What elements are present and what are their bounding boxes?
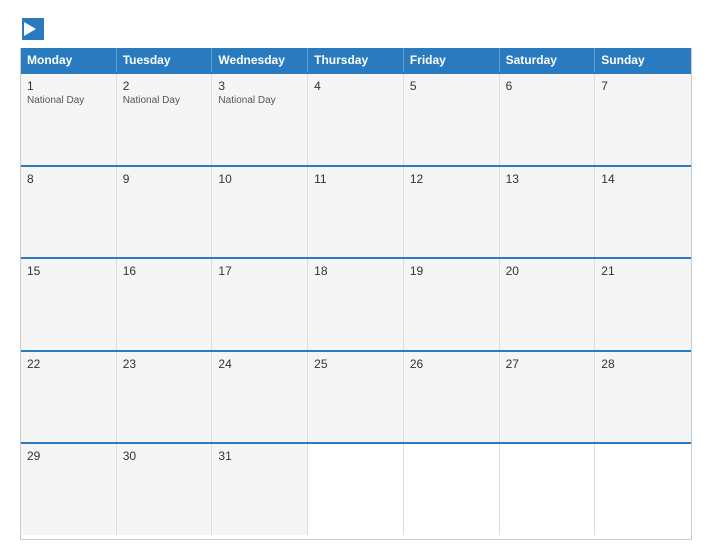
day-number: 30 [123, 449, 206, 463]
cal-cell-w5-d1: 29 [21, 444, 117, 535]
day-number: 19 [410, 264, 493, 278]
day-number: 5 [410, 79, 493, 93]
day-number: 13 [506, 172, 589, 186]
day-number: 1 [27, 79, 110, 93]
day-number: 10 [218, 172, 301, 186]
cal-cell-w2-d2: 9 [117, 167, 213, 258]
cal-cell-w1-d7: 7 [595, 74, 691, 165]
cal-cell-w2-d1: 8 [21, 167, 117, 258]
cal-cell-w4-d4: 25 [308, 352, 404, 443]
day-number: 4 [314, 79, 397, 93]
cal-cell-w5-d5 [404, 444, 500, 535]
calendar-grid: Monday Tuesday Wednesday Thursday Friday… [20, 48, 692, 540]
cal-cell-w4-d6: 27 [500, 352, 596, 443]
day-number: 14 [601, 172, 685, 186]
cal-cell-w2-d5: 12 [404, 167, 500, 258]
day-number: 31 [218, 449, 301, 463]
day-number: 3 [218, 79, 301, 93]
cal-cell-w1-d6: 6 [500, 74, 596, 165]
cal-cell-w3-d7: 21 [595, 259, 691, 350]
header-wednesday: Wednesday [212, 48, 308, 72]
cal-cell-w1-d4: 4 [308, 74, 404, 165]
cal-cell-w5-d4 [308, 444, 404, 535]
logo [20, 18, 44, 40]
header-saturday: Saturday [500, 48, 596, 72]
day-number: 16 [123, 264, 206, 278]
day-number: 29 [27, 449, 110, 463]
day-event: National Day [123, 95, 206, 106]
day-number: 27 [506, 357, 589, 371]
cal-cell-w5-d2: 30 [117, 444, 213, 535]
day-number: 8 [27, 172, 110, 186]
cal-cell-w5-d7 [595, 444, 691, 535]
logo-flag-icon [22, 18, 44, 40]
cal-cell-w2-d3: 10 [212, 167, 308, 258]
cal-cell-w5-d6 [500, 444, 596, 535]
cal-cell-w4-d5: 26 [404, 352, 500, 443]
day-number: 2 [123, 79, 206, 93]
cal-cell-w4-d3: 24 [212, 352, 308, 443]
cal-cell-w3-d2: 16 [117, 259, 213, 350]
day-number: 18 [314, 264, 397, 278]
calendar-body: 1 National Day 2 National Day 3 National Day 4… [21, 72, 691, 535]
cal-cell-w3-d3: 17 [212, 259, 308, 350]
day-number: 7 [601, 79, 685, 93]
week-row-4: 22 23 24 25 26 27 28 [21, 350, 691, 443]
day-number: 23 [123, 357, 206, 371]
cal-cell-w2-d6: 13 [500, 167, 596, 258]
day-event: National Day [218, 95, 301, 106]
cal-cell-w4-d2: 23 [117, 352, 213, 443]
week-row-2: 89 10 11 12 13 14 [21, 165, 691, 258]
header-sunday: Sunday [595, 48, 691, 72]
day-number: 15 [27, 264, 110, 278]
header-monday: Monday [21, 48, 117, 72]
cal-cell-w2-d7: 14 [595, 167, 691, 258]
week-row-3: 15 16 17 18 19 20 21 [21, 257, 691, 350]
top-bar [20, 18, 692, 40]
header-thursday: Thursday [308, 48, 404, 72]
week-row-5: 29 30 31 [21, 442, 691, 535]
calendar-header: Monday Tuesday Wednesday Thursday Friday… [21, 48, 691, 72]
cal-cell-w1-d5: 5 [404, 74, 500, 165]
cal-cell-w1-d3: 3 National Day [212, 74, 308, 165]
week-row-1: 1 National Day 2 National Day 3 National Day 4… [21, 72, 691, 165]
cal-cell-w3-d5: 19 [404, 259, 500, 350]
cal-cell-w2-d4: 11 [308, 167, 404, 258]
day-number: 9 [123, 172, 206, 186]
day-number: 24 [218, 357, 301, 371]
cal-cell-w1-d1: 1 National Day [21, 74, 117, 165]
day-number: 28 [601, 357, 685, 371]
day-number: 22 [27, 357, 110, 371]
day-number: 26 [410, 357, 493, 371]
day-number: 6 [506, 79, 589, 93]
cal-cell-w3-d4: 18 [308, 259, 404, 350]
day-number: 20 [506, 264, 589, 278]
cal-cell-w3-d6: 20 [500, 259, 596, 350]
day-number: 21 [601, 264, 685, 278]
day-number: 11 [314, 172, 397, 186]
day-event: National Day [27, 95, 110, 106]
header-friday: Friday [404, 48, 500, 72]
cal-cell-w3-d1: 15 [21, 259, 117, 350]
header-tuesday: Tuesday [117, 48, 213, 72]
cal-cell-w4-d7: 28 [595, 352, 691, 443]
day-number: 25 [314, 357, 397, 371]
cal-cell-w5-d3: 31 [212, 444, 308, 535]
cal-cell-w4-d1: 22 [21, 352, 117, 443]
day-number: 17 [218, 264, 301, 278]
day-number: 12 [410, 172, 493, 186]
cal-cell-w1-d2: 2 National Day [117, 74, 213, 165]
calendar-page: Monday Tuesday Wednesday Thursday Friday… [0, 0, 712, 550]
